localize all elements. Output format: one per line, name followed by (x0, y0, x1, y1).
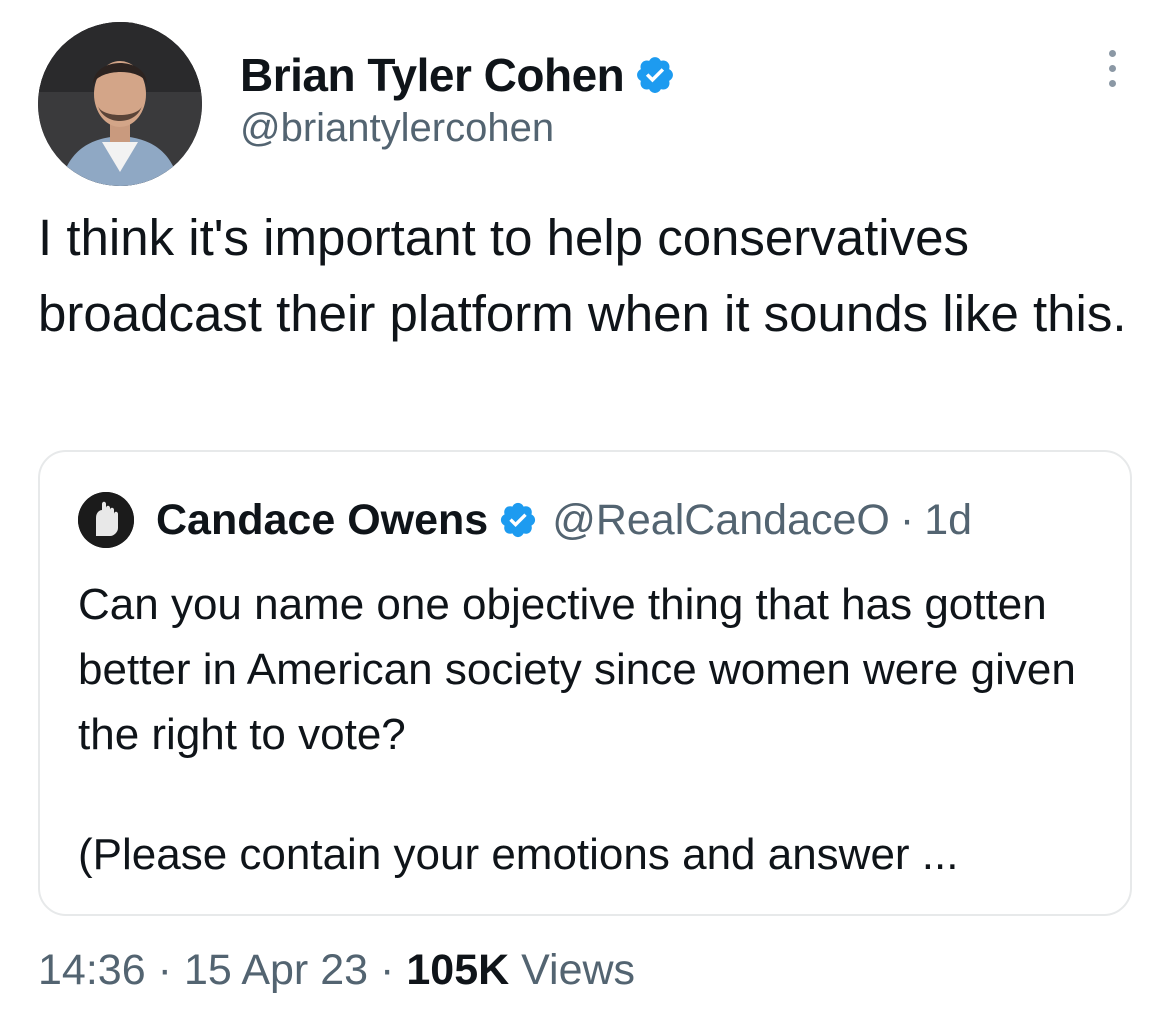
tweet-time[interactable]: 14:36 (38, 946, 146, 994)
quoted-tweet-continuation: (Please contain your emotions and answer… (78, 830, 959, 879)
tweet-header: Brian Tyler Cohen @briantylercohen (38, 22, 1132, 187)
tweet-meta: 14:36 · 15 Apr 23 · 105K Views (38, 946, 635, 995)
quoted-author-display-name[interactable]: Candace Owens (156, 496, 488, 545)
quoted-author-handle[interactable]: @RealCandaceO (552, 496, 890, 545)
views-count: 105K (406, 946, 510, 994)
quoted-tweet-header: Candace Owens @RealCandaceO · 1d (78, 492, 972, 548)
views-label: Views (521, 946, 636, 994)
quoted-tweet-card[interactable]: Candace Owens @RealCandaceO · 1d Can you… (38, 450, 1132, 916)
more-options-icon[interactable] (1106, 50, 1118, 94)
quoted-verified-badge-icon (501, 502, 536, 538)
author-handle[interactable]: @briantylercohen (240, 106, 554, 151)
separator-dot: · (157, 946, 172, 994)
separator-dot: · (380, 946, 395, 994)
author-avatar-image (38, 22, 202, 186)
quoted-avatar-image (78, 492, 134, 548)
author-avatar[interactable] (38, 22, 202, 186)
separator-dot: · (899, 495, 915, 544)
quoted-tweet-text: Can you name one objective thing that ha… (78, 580, 1076, 759)
verified-badge-icon (637, 57, 674, 93)
author-display-name[interactable]: Brian Tyler Cohen (240, 48, 625, 102)
tweet-date[interactable]: 15 Apr 23 (184, 946, 368, 994)
quoted-author-avatar[interactable] (78, 492, 134, 548)
tweet-text: I think it's important to help conservat… (38, 209, 1127, 342)
quoted-tweet-time[interactable]: 1d (924, 496, 972, 545)
